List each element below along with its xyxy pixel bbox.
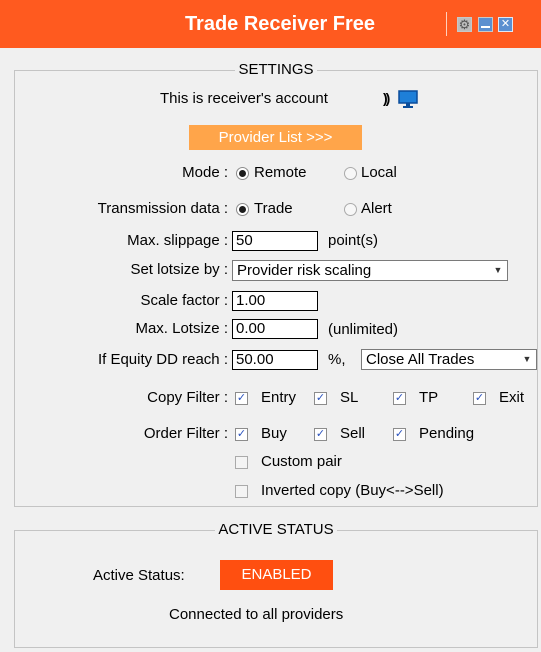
order-filter-label: Order Filter : xyxy=(143,425,228,442)
transmission-alert-radio[interactable] xyxy=(344,203,357,216)
order-filter-pending-checkbox[interactable]: ✓ xyxy=(393,428,406,441)
transmission-trade-label: Trade xyxy=(254,200,293,217)
equity-dd-unit: %, xyxy=(328,351,346,368)
max-slippage-input[interactable]: 50 xyxy=(232,231,318,251)
transmission-trade-radio[interactable] xyxy=(236,203,249,216)
title-separator xyxy=(446,12,447,36)
mode-remote-radio[interactable] xyxy=(236,167,249,180)
inverted-copy-label: Inverted copy (Buy<-->Sell) xyxy=(261,482,444,499)
inverted-copy-checkbox[interactable] xyxy=(235,485,248,498)
mode-local-radio[interactable] xyxy=(344,167,357,180)
lotsize-label: Set lotsize by : xyxy=(130,261,228,278)
title-bar[interactable]: Trade Receiver Free ⚙ xyxy=(0,0,541,48)
copy-filter-exit-checkbox[interactable]: ✓ xyxy=(473,392,486,405)
custom-pair-checkbox[interactable] xyxy=(235,456,248,469)
account-text: This is receiver's account xyxy=(160,90,328,107)
copy-filter-exit-label: Exit xyxy=(499,389,525,406)
mode-label: Mode : xyxy=(182,164,228,181)
transmission-alert-label: Alert xyxy=(361,200,392,217)
order-filter-buy-label: Buy xyxy=(261,425,287,442)
order-filter-pending-label: Pending xyxy=(419,425,475,442)
max-slippage-label: Max. slippage : xyxy=(127,232,228,249)
provider-list-button[interactable]: Provider List >>> xyxy=(189,125,362,150)
copy-filter-label: Copy Filter : xyxy=(147,389,228,406)
max-lotsize-label: Max. Lotsize : xyxy=(135,320,228,337)
scale-factor-input[interactable]: 1.00 xyxy=(232,291,318,311)
chevron-down-icon[interactable]: ▼ xyxy=(518,350,536,369)
copy-filter-entry-label: Entry xyxy=(261,389,297,406)
copy-filter-sl-checkbox[interactable]: ✓ xyxy=(314,392,327,405)
order-filter-sell-checkbox[interactable]: ✓ xyxy=(314,428,327,441)
status-badge[interactable]: ENABLED xyxy=(220,560,333,590)
active-status-label: Active Status: xyxy=(93,567,185,584)
monitor-icon xyxy=(398,90,418,108)
mode-local-label: Local xyxy=(361,164,397,181)
equity-dd-action-select[interactable]: Close All Trades ▼ xyxy=(361,349,537,370)
transmission-label: Transmission data : xyxy=(97,200,228,217)
chevron-down-icon[interactable]: ▼ xyxy=(489,261,507,280)
copy-filter-tp-label: TP xyxy=(419,389,439,406)
equity-dd-action-value: Close All Trades xyxy=(366,351,475,368)
settings-heading: SETTINGS xyxy=(235,61,317,78)
order-filter-buy-checkbox[interactable]: ✓ xyxy=(235,428,248,441)
lotsize-select-value: Provider risk scaling xyxy=(237,262,372,279)
custom-pair-label: Custom pair xyxy=(261,453,342,470)
max-lotsize-note: (unlimited) xyxy=(328,321,399,338)
order-filter-sell-label: Sell xyxy=(340,425,366,442)
copy-filter-tp-checkbox[interactable]: ✓ xyxy=(393,392,406,405)
minimize-icon[interactable] xyxy=(478,17,493,32)
max-lotsize-input[interactable]: 0.00 xyxy=(232,319,318,339)
max-slippage-unit: point(s) xyxy=(328,232,379,249)
window-title: Trade Receiver Free xyxy=(184,13,376,35)
equity-dd-label: If Equity DD reach : xyxy=(97,351,228,368)
signal-icon: )) xyxy=(383,90,390,106)
copy-filter-entry-checkbox[interactable]: ✓ xyxy=(235,392,248,405)
connection-message: Connected to all providers xyxy=(169,606,344,623)
mode-remote-label: Remote xyxy=(254,164,307,181)
close-icon[interactable] xyxy=(498,17,513,32)
gear-icon[interactable]: ⚙ xyxy=(457,17,472,32)
active-status-heading: ACTIVE STATUS xyxy=(215,521,337,538)
scale-factor-label: Scale factor : xyxy=(140,292,228,309)
lotsize-select[interactable]: Provider risk scaling ▼ xyxy=(232,260,508,281)
copy-filter-sl-label: SL xyxy=(340,389,359,406)
equity-dd-input[interactable]: 50.00 xyxy=(232,350,318,370)
